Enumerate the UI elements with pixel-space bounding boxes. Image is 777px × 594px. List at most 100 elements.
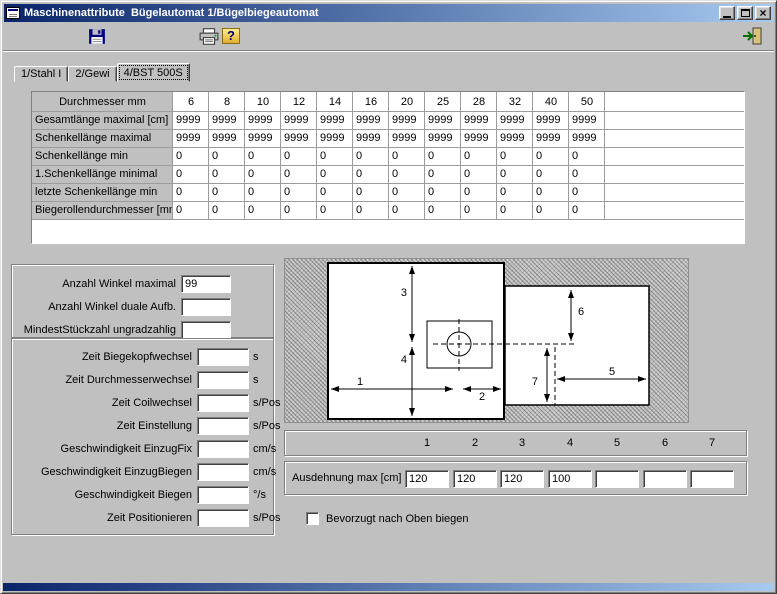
minimize-button[interactable] xyxy=(719,6,735,20)
save-button[interactable] xyxy=(84,25,110,47)
value-cell[interactable]: 0 xyxy=(353,148,389,166)
value-cell[interactable]: 0 xyxy=(317,148,353,166)
value-cell[interactable]: 0 xyxy=(389,148,425,166)
extension-input-1[interactable] xyxy=(405,470,449,488)
input-zeit-coilwechsel[interactable] xyxy=(197,394,249,412)
tab-4-bst-500s[interactable]: 4/BST 500S xyxy=(117,63,190,82)
value-cell[interactable]: 9999 xyxy=(389,112,425,130)
value-cell[interactable]: 0 xyxy=(317,202,353,220)
input-zeit-positionieren[interactable] xyxy=(197,509,249,527)
value-cell[interactable]: 0 xyxy=(533,148,569,166)
extension-input-6[interactable] xyxy=(643,470,687,488)
value-cell[interactable]: 0 xyxy=(281,166,317,184)
value-cell[interactable]: 0 xyxy=(389,202,425,220)
value-cell[interactable]: 9999 xyxy=(569,130,605,148)
value-cell[interactable]: 0 xyxy=(461,166,497,184)
value-cell[interactable]: 9999 xyxy=(425,130,461,148)
value-cell[interactable]: 0 xyxy=(425,148,461,166)
exit-button[interactable] xyxy=(739,25,765,47)
value-cell[interactable]: 0 xyxy=(245,202,281,220)
value-cell[interactable]: 0 xyxy=(209,184,245,202)
value-cell[interactable]: 9999 xyxy=(353,112,389,130)
value-cell[interactable]: 0 xyxy=(353,202,389,220)
value-cell[interactable]: 0 xyxy=(497,202,533,220)
value-cell[interactable]: 0 xyxy=(281,202,317,220)
tab-2-gewi[interactable]: 2/Gewi xyxy=(68,66,116,82)
extension-input-7[interactable] xyxy=(690,470,734,488)
value-cell[interactable]: 9999 xyxy=(209,130,245,148)
value-cell[interactable]: 0 xyxy=(209,202,245,220)
value-cell[interactable]: 0 xyxy=(245,148,281,166)
value-cell[interactable]: 9999 xyxy=(245,112,281,130)
value-cell[interactable]: 9999 xyxy=(209,112,245,130)
value-cell[interactable]: 0 xyxy=(353,184,389,202)
value-cell[interactable]: 9999 xyxy=(569,112,605,130)
value-cell[interactable]: 0 xyxy=(497,148,533,166)
value-cell[interactable]: 0 xyxy=(173,202,209,220)
value-cell[interactable]: 0 xyxy=(461,148,497,166)
value-cell[interactable]: 0 xyxy=(173,184,209,202)
value-cell[interactable]: 9999 xyxy=(497,130,533,148)
value-cell[interactable]: 9999 xyxy=(353,130,389,148)
value-cell[interactable]: 9999 xyxy=(317,112,353,130)
value-cell[interactable]: 0 xyxy=(281,148,317,166)
value-cell[interactable]: 0 xyxy=(209,148,245,166)
tab-1-stahl-i[interactable]: 1/Stahl I xyxy=(14,66,68,82)
value-cell[interactable]: 9999 xyxy=(317,130,353,148)
extension-input-4[interactable] xyxy=(548,470,592,488)
value-cell[interactable]: 0 xyxy=(461,202,497,220)
value-cell[interactable]: 0 xyxy=(497,184,533,202)
value-cell[interactable]: 9999 xyxy=(281,112,317,130)
input-mindestst-ckzahl-ungradzahlig[interactable] xyxy=(181,321,231,339)
value-cell[interactable]: 0 xyxy=(281,184,317,202)
value-cell[interactable]: 9999 xyxy=(281,130,317,148)
input-zeit-durchmesserwechsel[interactable] xyxy=(197,371,249,389)
value-cell[interactable]: 0 xyxy=(461,184,497,202)
value-cell[interactable]: 0 xyxy=(569,166,605,184)
value-cell[interactable]: 0 xyxy=(245,166,281,184)
close-button[interactable]: × xyxy=(755,6,771,20)
value-cell[interactable]: 9999 xyxy=(173,112,209,130)
value-cell[interactable]: 9999 xyxy=(173,130,209,148)
window-icon[interactable] xyxy=(6,7,20,19)
value-cell[interactable]: 0 xyxy=(317,184,353,202)
value-cell[interactable]: 0 xyxy=(533,202,569,220)
value-cell[interactable]: 9999 xyxy=(533,130,569,148)
input-geschwindigkeit-biegen[interactable] xyxy=(197,486,249,504)
value-cell[interactable]: 9999 xyxy=(389,130,425,148)
maximize-button[interactable] xyxy=(737,6,753,20)
value-cell[interactable]: 0 xyxy=(245,184,281,202)
help-button[interactable]: ? xyxy=(218,25,244,47)
value-cell[interactable]: 0 xyxy=(353,166,389,184)
value-cell[interactable]: 0 xyxy=(173,148,209,166)
value-cell[interactable]: 0 xyxy=(569,184,605,202)
value-cell[interactable]: 0 xyxy=(533,184,569,202)
input-zeit-biegekopfwechsel[interactable] xyxy=(197,348,249,366)
value-cell[interactable]: 0 xyxy=(317,166,353,184)
value-cell[interactable]: 9999 xyxy=(245,130,281,148)
extension-input-3[interactable] xyxy=(500,470,544,488)
input-geschwindigkeit-einzugbiegen[interactable] xyxy=(197,463,249,481)
input-geschwindigkeit-einzugfix[interactable] xyxy=(197,440,249,458)
value-cell[interactable]: 0 xyxy=(173,166,209,184)
value-cell[interactable]: 9999 xyxy=(497,112,533,130)
input-anzahl-winkel-duale-aufb[interactable] xyxy=(181,298,231,316)
value-cell[interactable]: 0 xyxy=(533,166,569,184)
titlebar[interactable]: Maschinenattribute Bügelautomat 1/Bügelb… xyxy=(4,4,773,22)
value-cell[interactable]: 0 xyxy=(389,184,425,202)
value-cell[interactable]: 0 xyxy=(389,166,425,184)
value-cell[interactable]: 0 xyxy=(569,148,605,166)
value-cell[interactable]: 9999 xyxy=(461,112,497,130)
value-cell[interactable]: 0 xyxy=(425,184,461,202)
input-anzahl-winkel-maximal[interactable] xyxy=(181,275,231,293)
value-cell[interactable]: 9999 xyxy=(461,130,497,148)
value-cell[interactable]: 9999 xyxy=(533,112,569,130)
input-zeit-einstellung[interactable] xyxy=(197,417,249,435)
value-cell[interactable]: 0 xyxy=(209,166,245,184)
extension-input-5[interactable] xyxy=(595,470,639,488)
value-cell[interactable]: 0 xyxy=(425,166,461,184)
extension-input-2[interactable] xyxy=(453,470,497,488)
value-cell[interactable]: 9999 xyxy=(425,112,461,130)
value-cell[interactable]: 0 xyxy=(497,166,533,184)
value-cell[interactable]: 0 xyxy=(425,202,461,220)
